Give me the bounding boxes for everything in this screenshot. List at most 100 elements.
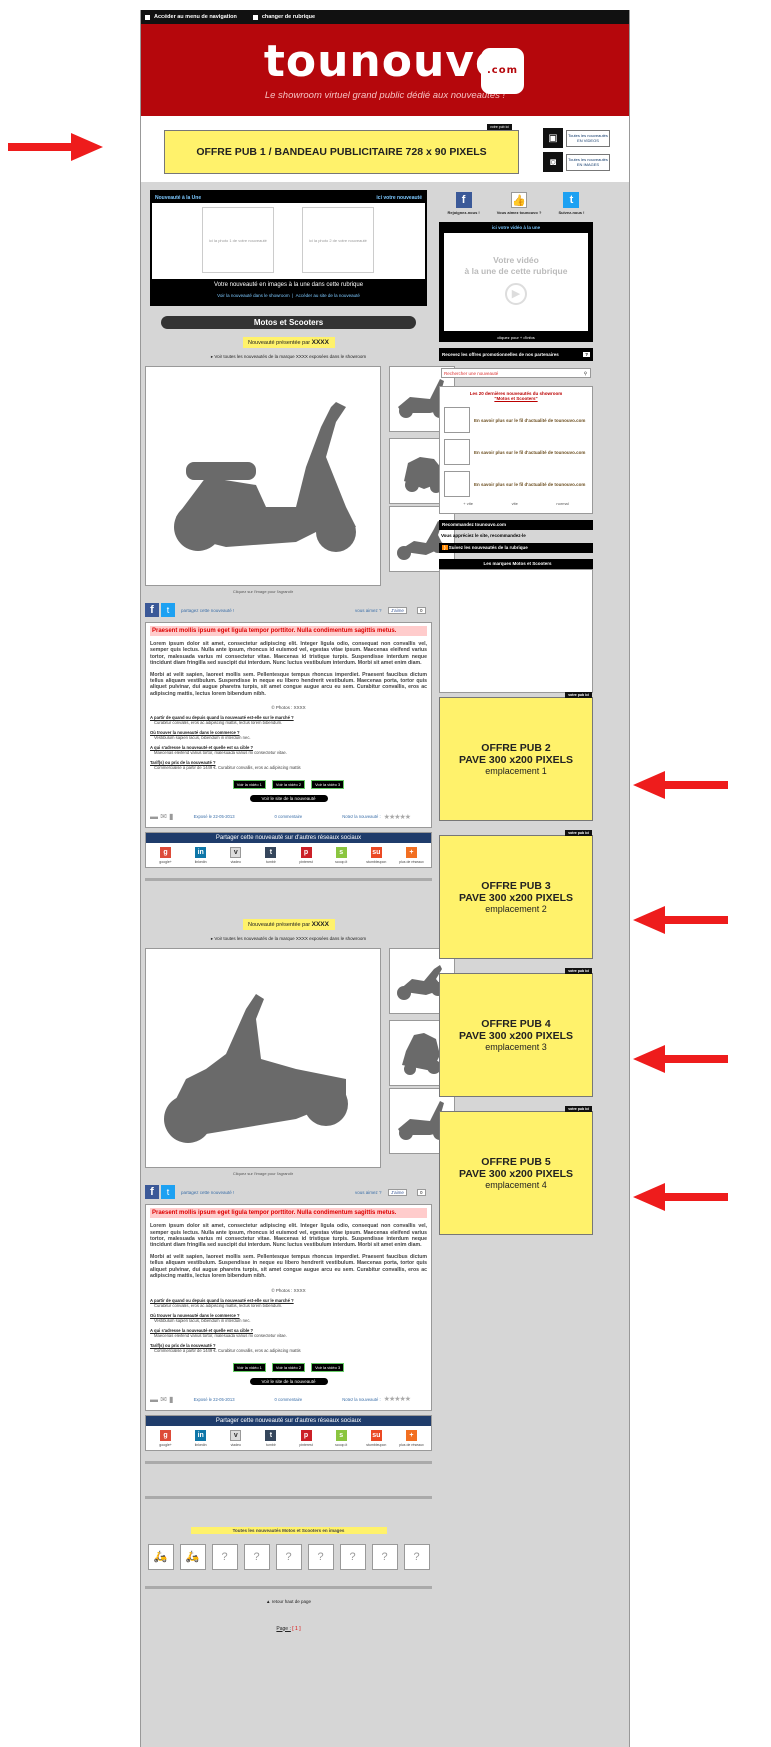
share-stumbleupon[interactable]: su stumbleupon — [361, 847, 391, 864]
video-button-1[interactable]: Voir la vidéo 1 — [232, 780, 266, 790]
annotation-arrow-leaderboard — [8, 133, 103, 161]
tumblr-icon: t — [265, 1429, 277, 1441]
twitter-follow[interactable]: t Suivez-nous ! — [558, 192, 584, 215]
thumb-scooter[interactable]: 🛵 — [179, 1543, 206, 1570]
qa-item: A qui s'adresse la nouveauté et quelle e… — [150, 1327, 287, 1338]
exposed-date: Exposé le 22-05-2013 — [193, 814, 235, 820]
list-item[interactable]: En savoir plus sur le fil d'actualité de… — [444, 439, 588, 465]
all-images-banner[interactable]: Toutes les nouveautés Motos et Scooters … — [190, 1526, 387, 1534]
like-button[interactable]: J'aime — [388, 1188, 407, 1196]
images-link[interactable]: ◙ Toutes les nouveautés EN IMAGES — [543, 152, 611, 172]
page-container: Accéder au menu de navigation changer de… — [140, 10, 630, 1747]
twitter-icon[interactable]: t — [161, 1185, 175, 1200]
scooter-thumb — [444, 439, 470, 465]
change-section-link[interactable]: changer de rubrique — [252, 14, 315, 20]
rate-label: Notez la nouveauté : — [342, 814, 381, 820]
star-rating[interactable]: ★★★★★ — [384, 813, 411, 821]
speed-tab[interactable]: vite — [512, 501, 518, 506]
share-pinterest[interactable]: p pinterest — [291, 1429, 321, 1447]
share-pinterest[interactable]: p pinterest — [291, 847, 321, 864]
offers-signup[interactable]: Recevez les offres promotionnelles de no… — [439, 348, 593, 361]
question-icon[interactable]: ? — [307, 1543, 334, 1570]
like-icon: 👍 — [511, 192, 528, 208]
share-viadeo[interactable]: v viadeo — [221, 1429, 251, 1447]
video-button-1[interactable]: Voir la vidéo 1 — [232, 1362, 266, 1372]
qa-item: Tarif(s) ou prix de la nouveauté ? Commer… — [150, 1342, 301, 1353]
videos-link[interactable]: ▣ Toutes les nouveautés EN VIDEOS — [543, 128, 611, 148]
twitter-icon[interactable]: t — [161, 603, 175, 617]
print-icon[interactable]: ▬ ✉ ▮ — [150, 1395, 174, 1404]
googleplus-icon: g — [160, 847, 172, 859]
annotation-arrow-ad4 — [633, 1045, 728, 1073]
site-button[interactable]: Voir le site de la nouveauté — [249, 1377, 328, 1385]
speed-tab[interactable]: normal — [556, 501, 568, 506]
ad-pave-4[interactable]: votre pub ici OFFRE PUB 4 PAVE 300 x200 P… — [439, 968, 593, 1097]
facebook-icon[interactable]: f — [145, 603, 159, 617]
question-icon[interactable]: ? — [339, 1543, 366, 1570]
site-logo[interactable]: tounouvo .com — [141, 24, 629, 94]
video-button-2[interactable]: Voir la vidéo 2 — [271, 1362, 306, 1372]
share-more[interactable]: + plus de réseaux — [396, 847, 426, 864]
print-icon[interactable]: ▬ ✉ ▮ — [150, 812, 174, 821]
featured-photo-1[interactable]: ici la photo 1 de votre nouveauté — [202, 207, 274, 273]
leaderboard-ad[interactable]: OFFRE PUB 1 / BANDEAU PUBLICITAIRE 728 x… — [164, 130, 519, 174]
tagline: Le showroom virtuel grand public dédié a… — [264, 90, 506, 101]
list-item[interactable]: En savoir plus sur le fil d'actualité de… — [444, 407, 588, 433]
product-main-image[interactable] — [145, 948, 381, 1169]
question-icon[interactable]: ? — [243, 1543, 270, 1570]
see-all-brand-link[interactable]: ▸ Voir toutes les nouveautés de la marqu… — [145, 354, 432, 360]
video-button-2[interactable]: Voir la vidéo 2 — [271, 780, 306, 790]
like-button[interactable]: J'aime — [388, 606, 407, 614]
thumb-scooter[interactable]: 🛵 — [147, 1543, 174, 1570]
share-stumbleupon[interactable]: su stumbleupon — [361, 1429, 391, 1447]
nav-menu-link[interactable]: Accéder au menu de navigation — [145, 14, 237, 20]
like-tounouvo[interactable]: 👍 Vous aimez tounouvo ? — [497, 192, 541, 215]
star-rating[interactable]: ★★★★★ — [384, 1395, 411, 1403]
share-tumblr[interactable]: t tumblr — [256, 847, 286, 864]
featured-photo-2[interactable]: ici la photo 2 de votre nouveauté — [302, 207, 374, 273]
featured-showroom-link[interactable]: Voir la nouveauté dans le showroom — [217, 293, 290, 298]
recommend-sub[interactable]: Vous appréciez le site, recommandez-le — [439, 530, 593, 541]
back-to-top[interactable]: ▲ retour haut de page — [145, 1599, 432, 1604]
question-icon[interactable]: ? — [371, 1543, 398, 1570]
question-icon[interactable]: ? — [275, 1543, 302, 1570]
video-button-3[interactable]: Voir la vidéo 3 — [311, 1362, 345, 1372]
share-scoopit[interactable]: s scoop.it — [326, 1429, 356, 1447]
like-count: 0 — [417, 606, 426, 614]
facebook-icon[interactable]: f — [145, 1185, 159, 1200]
video-button-3[interactable]: Voir la vidéo 3 — [311, 780, 345, 790]
like-count: 0 — [417, 1188, 426, 1196]
ad-pave-2[interactable]: votre pub ici OFFRE PUB 2 PAVE 300 x200 P… — [439, 692, 593, 821]
share-linkedin[interactable]: in linkedin — [186, 847, 216, 864]
product-block: Nouveauté présentée par XXXX ▸ Voir tout… — [145, 919, 455, 1464]
comments-link[interactable]: 0 commentaire — [275, 1397, 303, 1402]
list-item[interactable]: En savoir plus sur le fil d'actualité de… — [444, 471, 588, 497]
question-icon[interactable]: ? — [211, 1543, 238, 1570]
featured-site-link[interactable]: Accéder au site de la nouveauté — [296, 293, 360, 298]
page-number[interactable]: [ 1 ] — [292, 1626, 300, 1632]
share-tumblr[interactable]: t tumblr — [256, 1429, 286, 1447]
share-more[interactable]: + plus de réseaux — [396, 1429, 426, 1447]
share-scoopit[interactable]: s scoop.it — [326, 847, 356, 864]
search-icon[interactable]: ⚲ — [584, 369, 587, 378]
video-box[interactable]: ici votre vidéo à la une Votre vidéo à la… — [439, 222, 593, 342]
speed-tab[interactable]: + vite — [463, 501, 473, 506]
ad-pave-3[interactable]: votre pub ici OFFRE PUB 3 PAVE 300 x200 P… — [439, 830, 593, 959]
photo-credit: © Photos : XXXX — [271, 705, 306, 711]
comments-link[interactable]: 0 commentaire — [275, 814, 303, 819]
share-linkedin[interactable]: in linkedin — [186, 1429, 216, 1447]
stumbleupon-icon: su — [370, 847, 382, 859]
see-all-brand-link[interactable]: ▸ Voir toutes les nouveautés de la marqu… — [145, 936, 432, 942]
follow-rubrique[interactable]: ) Suivez les nouveautés de la rubrique — [439, 543, 593, 553]
featured-caption: Votre nouveauté en images à la une dans … — [213, 282, 364, 288]
product-main-image[interactable] — [145, 366, 381, 586]
site-button[interactable]: Voir le site de la nouveauté — [249, 795, 328, 803]
ad-pave-5[interactable]: votre pub ici OFFRE PUB 5 PAVE 300 x200 P… — [439, 1106, 593, 1235]
search-input[interactable]: Rechercher une nouveauté ⚲ — [441, 368, 591, 378]
share-googleplus[interactable]: g google+ — [151, 1429, 181, 1447]
question-icon[interactable]: ? — [403, 1543, 430, 1570]
share-googleplus[interactable]: g google+ — [151, 847, 181, 864]
share-viadeo[interactable]: v viadeo — [221, 847, 251, 864]
sidebar: f Rejoignez-nous ! 👍 Vous aimez tounouvo ?… — [439, 190, 593, 1235]
facebook-join[interactable]: f Rejoignez-nous ! — [448, 192, 480, 215]
